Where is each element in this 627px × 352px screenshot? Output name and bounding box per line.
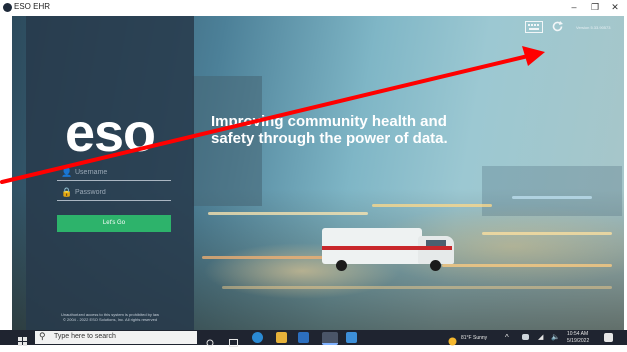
windows-start-icon[interactable] bbox=[18, 333, 27, 348]
chevron-up-icon[interactable]: ^ bbox=[505, 333, 509, 342]
building-silhouette bbox=[482, 166, 622, 216]
clock-date[interactable]: 5/19/2022 bbox=[567, 338, 589, 344]
app-logo-icon bbox=[3, 3, 12, 12]
photos-icon[interactable] bbox=[346, 332, 357, 343]
ambulance-wheel bbox=[336, 260, 347, 271]
light-streak bbox=[202, 256, 342, 259]
maximize-button[interactable]: ❐ bbox=[587, 1, 603, 14]
light-streak bbox=[372, 204, 492, 207]
store-icon[interactable] bbox=[298, 332, 309, 343]
weather-icon[interactable] bbox=[448, 333, 457, 348]
username-field[interactable]: 👤 bbox=[57, 166, 171, 181]
edge-icon[interactable] bbox=[252, 332, 263, 343]
refresh-icon[interactable] bbox=[551, 20, 564, 38]
password-input[interactable] bbox=[75, 186, 169, 199]
login-panel: eso 👤 🔒 Let's Go Unauthorized access to … bbox=[26, 16, 194, 330]
eso-ehr-taskbar-icon[interactable] bbox=[322, 332, 338, 345]
hero-tagline: Improving community health and safety th… bbox=[211, 113, 448, 147]
file-explorer-icon[interactable] bbox=[276, 332, 287, 343]
keyboard-icon[interactable] bbox=[525, 20, 543, 38]
eso-logo: eso bbox=[64, 103, 156, 163]
light-streak bbox=[482, 232, 612, 235]
network-icon[interactable] bbox=[522, 334, 529, 340]
ambulance-stripe bbox=[322, 246, 452, 250]
close-button[interactable]: ✕ bbox=[607, 1, 623, 14]
light-streak bbox=[222, 286, 612, 289]
task-view-icon[interactable] bbox=[229, 334, 238, 349]
user-icon: 👤 bbox=[61, 167, 73, 177]
cortana-icon[interactable] bbox=[206, 334, 214, 349]
windows-taskbar: ⚲ Type here to search 81°F Sunny ^ ◢ 🔈 1… bbox=[0, 330, 627, 348]
version-label: Version 5.33.90573 bbox=[576, 25, 611, 30]
weather-text[interactable]: 81°F Sunny bbox=[461, 335, 487, 341]
lets-go-button[interactable]: Let's Go bbox=[57, 215, 171, 232]
ambulance-illustration bbox=[322, 222, 456, 271]
copyright-line: © 2004 - 2022 ESO Solutions, Inc. All ri… bbox=[62, 317, 158, 322]
taskbar-search-box[interactable]: ⚲ Type here to search bbox=[35, 331, 197, 344]
light-streak bbox=[512, 196, 592, 199]
notifications-icon[interactable] bbox=[604, 333, 613, 342]
password-field[interactable]: 🔒 bbox=[57, 186, 171, 201]
light-streak bbox=[208, 212, 368, 215]
volume-icon[interactable]: 🔈 bbox=[551, 333, 560, 341]
window-titlebar: ESO EHR – ❐ ✕ bbox=[0, 0, 627, 16]
clock-time[interactable]: 10:54 AM bbox=[567, 331, 588, 337]
light-streak bbox=[442, 264, 612, 267]
ambulance-wheel bbox=[430, 260, 441, 271]
search-placeholder: Type here to search bbox=[54, 333, 116, 340]
legal-notice: Unauthorized access to this system is pr… bbox=[34, 312, 186, 322]
search-icon: ⚲ bbox=[39, 331, 46, 341]
username-input[interactable] bbox=[75, 166, 169, 179]
lock-icon: 🔒 bbox=[61, 187, 73, 197]
window-title: ESO EHR bbox=[14, 2, 51, 11]
minimize-button[interactable]: – bbox=[566, 1, 582, 14]
wifi-icon[interactable]: ◢ bbox=[538, 333, 543, 341]
